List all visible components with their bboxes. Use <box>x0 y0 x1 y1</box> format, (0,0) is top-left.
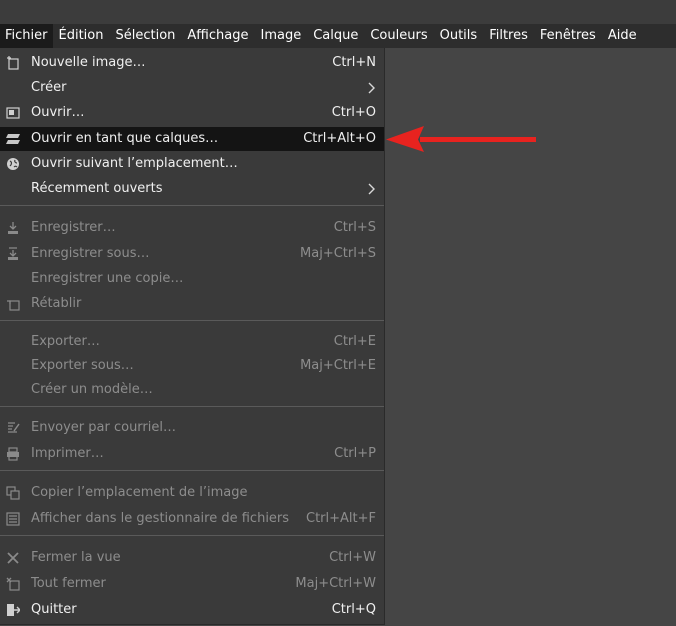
menu-item-label: Nouvelle image… <box>31 55 146 70</box>
menu-item-label: Copier l’emplacement de l’image <box>31 485 248 500</box>
menu-separator <box>0 406 384 407</box>
menu-item-label: Rétablir <box>31 296 82 311</box>
globe-icon <box>5 156 21 172</box>
menu-item-label: Imprimer… <box>31 446 104 461</box>
menu-item-new-image[interactable]: Nouvelle image… Ctrl+N <box>0 51 384 75</box>
revert-icon <box>5 296 21 312</box>
menu-item-label: Fermer la vue <box>31 550 121 565</box>
menu-item-recent[interactable]: Récemment ouverts <box>0 177 384 201</box>
menu-item-shortcut: Ctrl+N <box>332 55 376 70</box>
menu-item-label: Exporter sous… <box>31 358 134 373</box>
arrow-shaft <box>420 137 536 142</box>
menu-item-revert: Rétablir <box>0 292 384 316</box>
menu-item-shortcut: Ctrl+E <box>333 334 376 349</box>
menu-item-send-mail: Envoyer par courriel… <box>0 416 384 440</box>
menu-item-label: Enregistrer une copie… <box>31 271 184 286</box>
new-image-icon <box>5 55 21 71</box>
menu-affichage[interactable]: Affichage <box>181 24 254 48</box>
menu-item-open-location[interactable]: Ouvrir suivant l’emplacement… <box>0 152 384 176</box>
menu-item-print: Imprimer… Ctrl+P <box>0 442 384 466</box>
menu-item-create-template: Créer un modèle… <box>0 378 384 402</box>
menu-item-save: Enregistrer… Ctrl+S <box>0 216 384 240</box>
menu-item-shortcut: Ctrl+W <box>329 550 376 565</box>
menu-item-close-view: Fermer la vue Ctrl+W <box>0 546 384 570</box>
red-arrow-pointer <box>386 126 536 152</box>
print-icon <box>5 446 21 462</box>
menu-item-label: Enregistrer… <box>31 220 116 235</box>
menu-item-shortcut: Ctrl+O <box>331 105 376 120</box>
menu-fichier[interactable]: Fichier <box>0 24 53 48</box>
menu-item-shortcut: Ctrl+Q <box>331 602 376 617</box>
open-icon <box>5 105 21 121</box>
menu-item-label: Récemment ouverts <box>31 181 163 196</box>
menu-item-export: Exporter… Ctrl+E <box>0 330 384 354</box>
menu-item-label: Ouvrir suivant l’emplacement… <box>31 156 238 171</box>
menu-item-open[interactable]: Ouvrir… Ctrl+O <box>0 101 384 125</box>
menu-item-label: Enregistrer sous… <box>31 246 150 261</box>
menu-item-label: Exporter… <box>31 334 100 349</box>
menu-item-shortcut: Maj+Ctrl+E <box>300 358 376 373</box>
menu-item-shortcut: Maj+Ctrl+W <box>295 576 376 591</box>
menu-item-label: Afficher dans le gestionnaire de fichier… <box>31 511 290 526</box>
menu-calque[interactable]: Calque <box>307 24 364 48</box>
menu-item-label: Créer un modèle… <box>31 382 153 397</box>
menu-item-label: Quitter <box>31 602 77 617</box>
arrow-head <box>386 126 424 152</box>
mail-icon <box>5 420 21 436</box>
menu-image[interactable]: Image <box>254 24 307 48</box>
menu-separator <box>0 535 384 536</box>
menu-couleurs[interactable]: Couleurs <box>364 24 433 48</box>
chevron-right-icon <box>368 183 375 195</box>
menu-fenetres[interactable]: Fenêtres <box>534 24 602 48</box>
layers-icon <box>5 131 21 147</box>
menu-item-quit[interactable]: Quitter Ctrl+Q <box>0 598 384 622</box>
menu-selection[interactable]: Sélection <box>109 24 181 48</box>
window-titlebar-strip <box>0 0 676 24</box>
menu-item-shortcut: Ctrl+S <box>333 220 376 235</box>
menu-item-shortcut: Ctrl+Alt+F <box>306 511 376 526</box>
menu-item-close-all: Tout fermer Maj+Ctrl+W <box>0 572 384 596</box>
menu-item-copy-location: Copier l’emplacement de l’image <box>0 481 384 505</box>
menu-edition[interactable]: Édition <box>53 24 110 48</box>
menu-filtres[interactable]: Filtres <box>483 24 534 48</box>
save-icon <box>5 220 21 236</box>
menu-item-show-in-file-manager: Afficher dans le gestionnaire de fichier… <box>0 507 384 531</box>
menu-item-label: Ouvrir en tant que calques… <box>31 131 219 146</box>
close-icon <box>5 550 21 566</box>
menu-item-shortcut: Maj+Ctrl+S <box>300 246 376 261</box>
menu-separator <box>0 320 384 321</box>
menu-item-save-copy: Enregistrer une copie… <box>0 267 384 291</box>
menu-item-shortcut: Ctrl+P <box>334 446 376 461</box>
menu-item-export-as: Exporter sous… Maj+Ctrl+E <box>0 354 384 378</box>
menu-item-open-as-layers[interactable]: Ouvrir en tant que calques… Ctrl+Alt+O <box>0 127 384 151</box>
menu-item-label: Tout fermer <box>31 576 106 591</box>
menubar: Fichier Édition Sélection Affichage Imag… <box>0 24 676 48</box>
menu-item-label: Envoyer par courriel… <box>31 420 176 435</box>
quit-icon <box>5 602 21 618</box>
copy-location-icon <box>5 485 21 501</box>
file-manager-icon <box>5 511 21 527</box>
menu-item-save-as: Enregistrer sous… Maj+Ctrl+S <box>0 242 384 266</box>
save-as-icon <box>5 246 21 262</box>
close-all-icon <box>5 576 21 592</box>
menu-item-label: Ouvrir… <box>31 105 85 120</box>
menu-outils[interactable]: Outils <box>434 24 484 48</box>
menu-aide[interactable]: Aide <box>602 24 643 48</box>
file-menu-dropdown: Nouvelle image… Ctrl+N Créer Ouvrir… Ctr… <box>0 48 385 625</box>
menu-item-label: Créer <box>31 80 67 95</box>
menu-separator <box>0 470 384 471</box>
menu-item-shortcut: Ctrl+Alt+O <box>303 131 376 146</box>
chevron-right-icon <box>368 82 375 94</box>
menu-item-create[interactable]: Créer <box>0 76 384 100</box>
menu-separator <box>0 205 384 206</box>
